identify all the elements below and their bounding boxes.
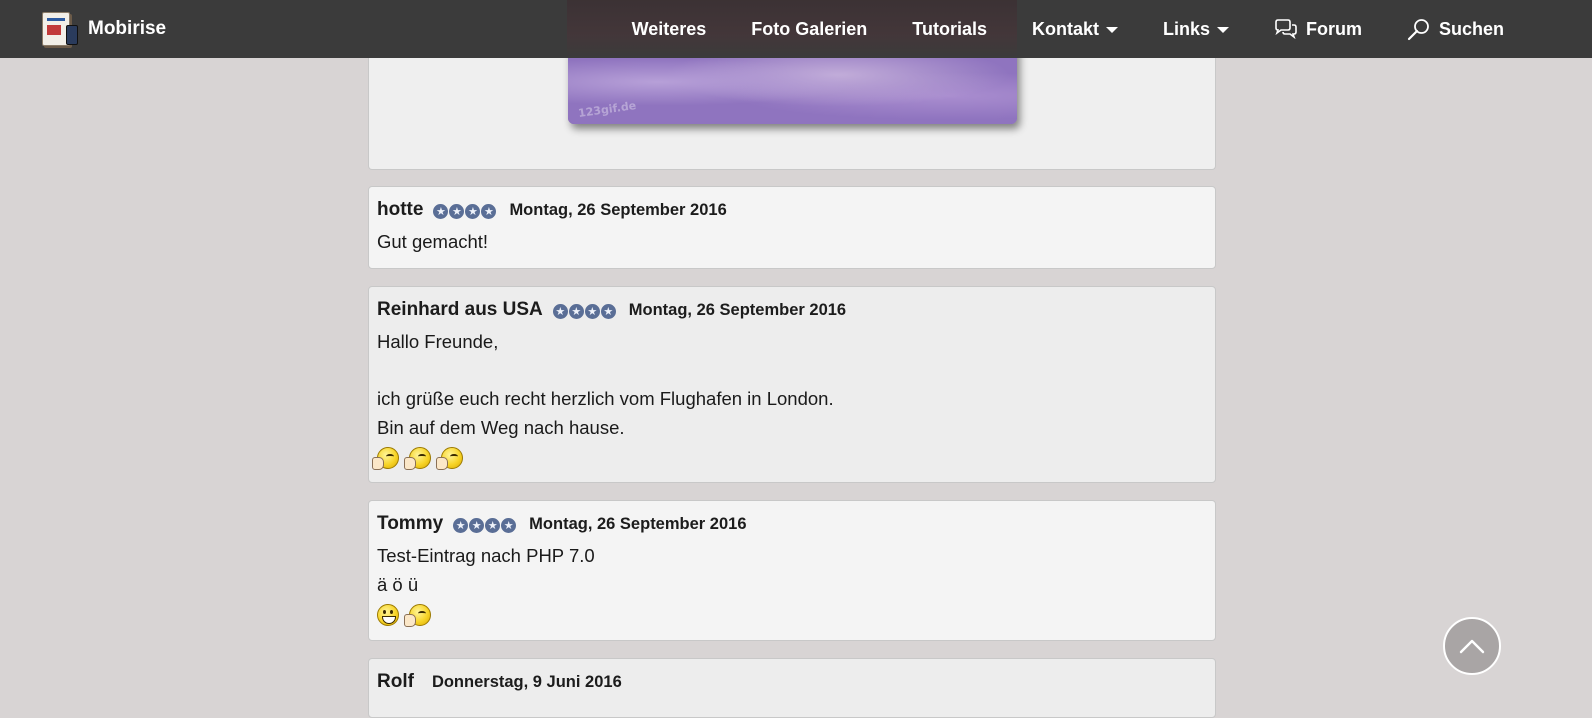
entry-author: Reinhard aus USA — [377, 299, 543, 320]
star-icon — [481, 203, 497, 219]
rating-stars — [433, 203, 497, 219]
guestbook-entry: hotte Montag, 26 September 2016 Gut gema… — [368, 186, 1216, 269]
guestbook-entry: Reinhard aus USA Montag, 26 September 20… — [368, 286, 1216, 483]
star-icon — [449, 203, 465, 219]
rating-stars — [453, 517, 517, 533]
emoji-row — [377, 601, 1207, 629]
entry-message: Test-Eintrag nach PHP 7.0 ä ö ü — [377, 542, 1207, 629]
thumbs-up-smiley-icon — [404, 447, 431, 470]
main-menu: Weiteres Foto Galerien Tutorials Kontakt… — [587, 0, 1504, 58]
top-navbar: Mobirise Weiteres Foto Galerien Tutorial… — [0, 0, 1592, 58]
star-icon — [485, 517, 501, 533]
nav-item-forum[interactable]: Forum — [1274, 19, 1362, 40]
nav-item-label: Tutorials — [912, 18, 987, 39]
star-icon — [568, 303, 584, 319]
brand-name: Mobirise — [88, 18, 167, 39]
star-icon — [501, 517, 517, 533]
nav-item-links[interactable]: Links — [1163, 19, 1229, 40]
nav-item-weiteres[interactable]: Weiteres — [632, 19, 707, 40]
star-icon — [453, 517, 469, 533]
nav-item-label: Kontakt — [1031, 18, 1099, 39]
entry-date: Donnerstag, 9 Juni 2016 — [431, 673, 622, 691]
nav-item-label: Weiteres — [631, 18, 707, 39]
message-line — [377, 357, 1207, 386]
entry-date: Montag, 26 September 2016 — [628, 301, 847, 319]
guestbook-entry: Rolf Donnerstag, 9 Juni 2016 — [368, 658, 1216, 718]
message-line: Hallo Freunde, — [377, 331, 499, 352]
scroll-to-top-button[interactable] — [1443, 617, 1501, 675]
entry-author: Tommy — [377, 513, 444, 534]
message-line: ich grüße euch recht herzlich vom Flugha… — [377, 388, 834, 409]
star-icon — [584, 303, 600, 319]
caret-down-icon — [1216, 27, 1229, 33]
message-line: Bin auf dem Weg nach hause. — [377, 416, 625, 438]
magnifier-icon — [1407, 17, 1431, 41]
nav-item-label: Suchen — [1438, 18, 1504, 39]
brand-link[interactable]: Mobirise — [40, 9, 166, 49]
message-line: ä ö ü — [377, 573, 419, 595]
star-icon — [465, 203, 481, 219]
chevron-up-icon — [1459, 638, 1485, 654]
entry-header: Tommy Montag, 26 September 2016 — [377, 513, 1207, 537]
entry-message: Gut gemacht! — [377, 228, 1207, 257]
grinning-smiley-icon — [377, 604, 399, 626]
entry-author: hotte — [377, 199, 424, 220]
message-line: Test-Eintrag nach PHP 7.0 — [377, 545, 595, 566]
thumbs-up-smiley-icon — [436, 447, 463, 470]
nav-item-label: Foto Galerien — [751, 18, 868, 39]
entry-header: Reinhard aus USA Montag, 26 September 20… — [377, 299, 1207, 323]
nav-item-kontakt[interactable]: Kontakt — [1032, 19, 1118, 40]
brand-logo-icon — [40, 11, 78, 47]
nav-item-suchen[interactable]: Suchen — [1407, 17, 1504, 41]
entry-date: Montag, 26 September 2016 — [509, 201, 727, 219]
nav-item-foto-galerien[interactable]: Foto Galerien — [751, 19, 867, 40]
star-icon — [600, 303, 616, 319]
entry-header: Rolf Donnerstag, 9 Juni 2016 — [377, 671, 1207, 695]
chat-bubbles-icon — [1274, 19, 1298, 39]
nav-item-label: Links — [1162, 18, 1210, 39]
thumbs-up-smiley-icon — [372, 447, 399, 470]
entry-date: Montag, 26 September 2016 — [529, 515, 747, 533]
thumbs-up-smiley-icon — [404, 604, 431, 627]
guestbook-entry: Tommy Montag, 26 September 2016 Test-Ein… — [368, 500, 1216, 641]
star-icon — [433, 203, 449, 219]
emoji-row — [372, 444, 1207, 472]
star-icon — [552, 303, 568, 319]
entry-author: Rolf — [377, 671, 414, 692]
nav-item-tutorials[interactable]: Tutorials — [912, 19, 987, 40]
message-line: Gut gemacht! — [377, 231, 489, 252]
nav-item-label: Forum — [1305, 18, 1362, 39]
entry-message: Hallo Freunde, ich grüße euch recht herz… — [372, 328, 1207, 472]
rating-stars — [552, 303, 617, 319]
caret-down-icon — [1105, 27, 1118, 33]
star-icon — [469, 517, 485, 533]
entry-header: hotte Montag, 26 September 2016 — [377, 199, 1207, 223]
